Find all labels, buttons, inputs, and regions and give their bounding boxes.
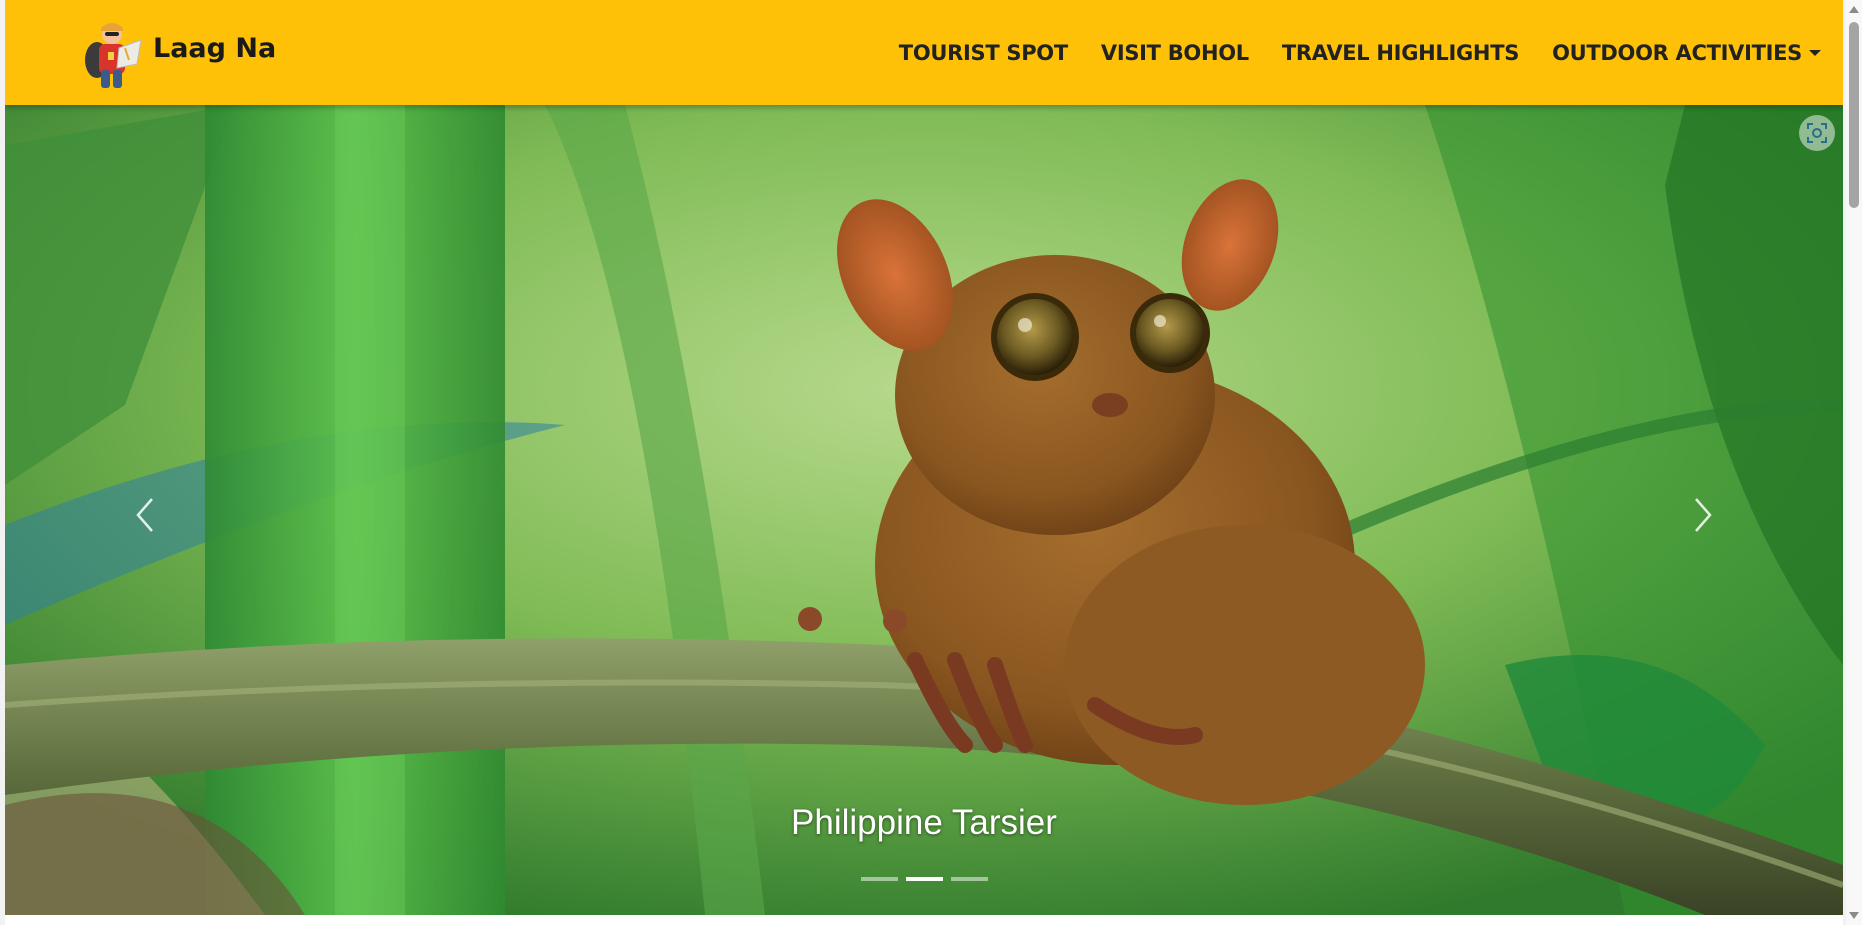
scroll-down-arrow-icon[interactable] [1849,912,1859,919]
tarsier-photo [5,105,1843,915]
slide-caption: Philippine Tarsier [791,803,1057,842]
carousel-indicators [5,877,1843,881]
backpacker-icon [85,23,142,88]
nav-menu: TOURIST SPOT VISIT BOHOL TRAVEL HIGHLIGH… [899,0,1821,105]
chevron-left-icon [136,498,153,532]
scroll-up-arrow-icon[interactable] [1849,6,1859,13]
visual-search-icon[interactable] [1799,115,1835,151]
nav-outdoor-activities-label: OUTDOOR ACTIVITIES [1552,40,1802,65]
navbar: Laag Na TOURIST SPOT VISIT BOHOL TRAVEL … [5,0,1843,105]
page: Laag Na TOURIST SPOT VISIT BOHOL TRAVEL … [5,0,1843,925]
content-below-fold [5,915,1843,925]
nav-travel-highlights[interactable]: TRAVEL HIGHLIGHTS [1282,41,1519,65]
chevron-right-icon [1695,498,1712,532]
brand-name: Laag Na [153,32,277,64]
carousel-prev-button[interactable] [85,425,205,605]
carousel-indicator-1[interactable] [860,877,898,881]
scrollbar-thumb[interactable] [1849,22,1859,208]
page-scrollbar[interactable] [1846,0,1862,925]
brand-link[interactable]: Laag Na [79,14,276,90]
carousel-next-button[interactable] [1643,425,1763,605]
carousel-indicator-2[interactable] [905,877,943,881]
nav-tourist-spot[interactable]: TOURIST SPOT [899,41,1068,65]
browser-viewport: Laag Na TOURIST SPOT VISIT BOHOL TRAVEL … [0,0,1862,925]
nav-outdoor-activities-dropdown[interactable]: OUTDOOR ACTIVITIES [1552,41,1821,65]
nav-visit-bohol[interactable]: VISIT BOHOL [1101,41,1249,65]
carousel-indicator-3[interactable] [950,877,988,881]
caret-down-icon [1809,49,1821,56]
lens-glyph [1807,123,1827,143]
hero-carousel: Philippine Tarsier [5,105,1843,915]
